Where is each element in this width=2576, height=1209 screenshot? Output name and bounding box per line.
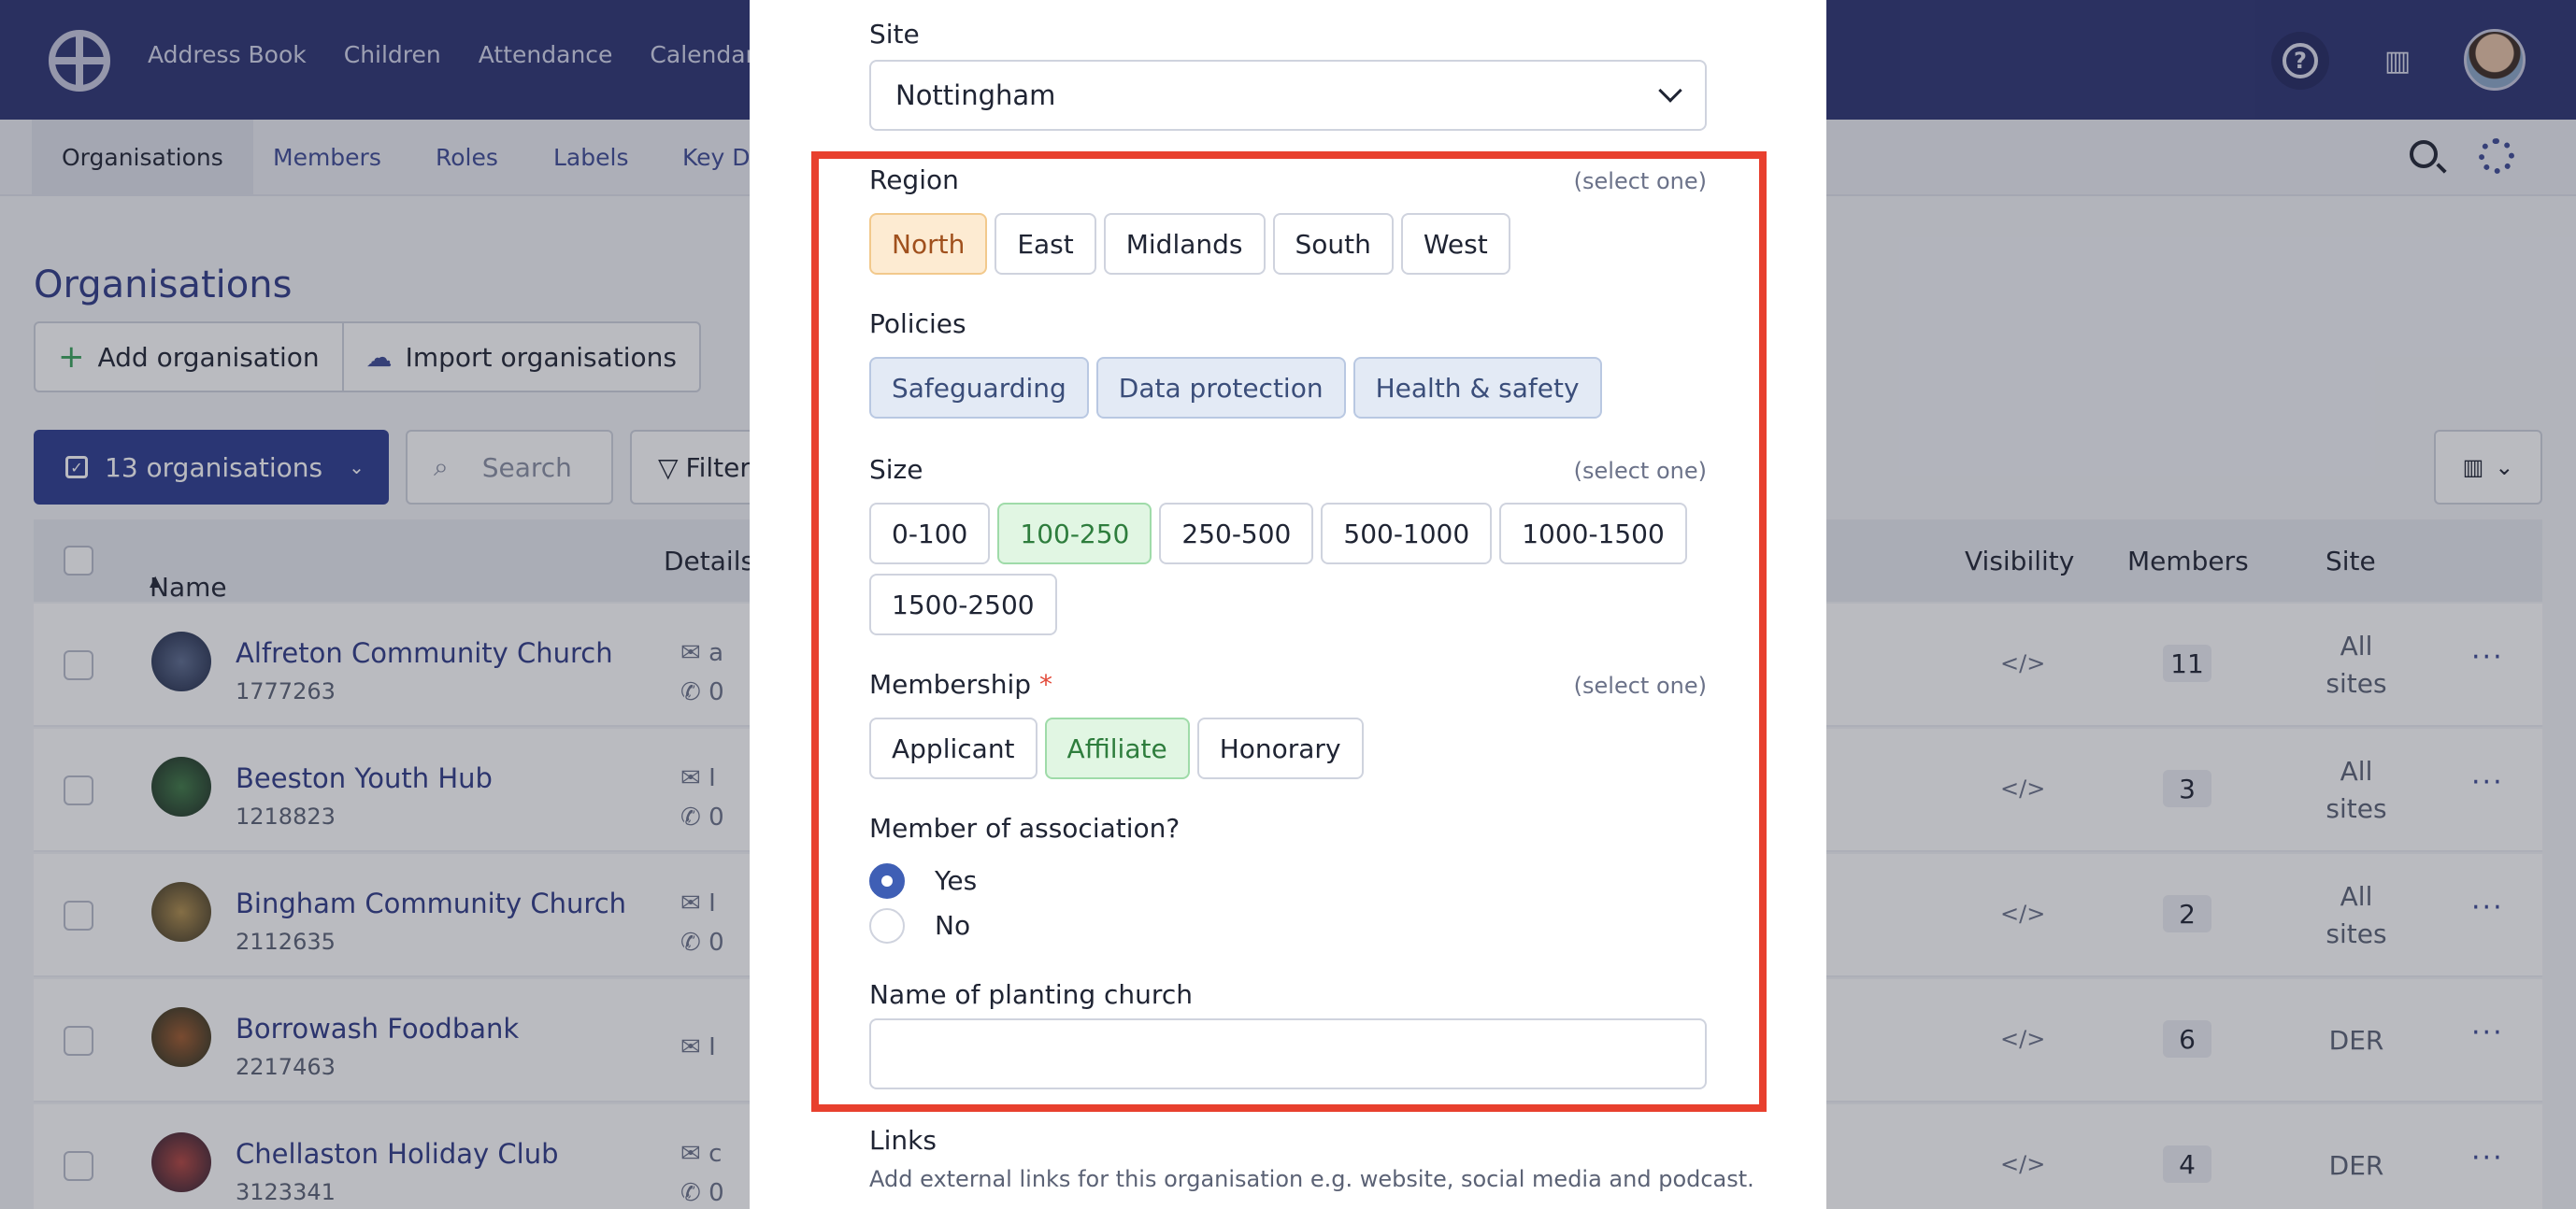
links-help-text: Add external links for this organisation… bbox=[869, 1166, 1754, 1192]
site-label: Site bbox=[869, 19, 920, 50]
site-select[interactable]: Nottingham bbox=[869, 60, 1707, 131]
links-label: Links bbox=[869, 1125, 937, 1156]
chevron-down-icon bbox=[1658, 78, 1682, 103]
highlight-box bbox=[811, 151, 1767, 1112]
